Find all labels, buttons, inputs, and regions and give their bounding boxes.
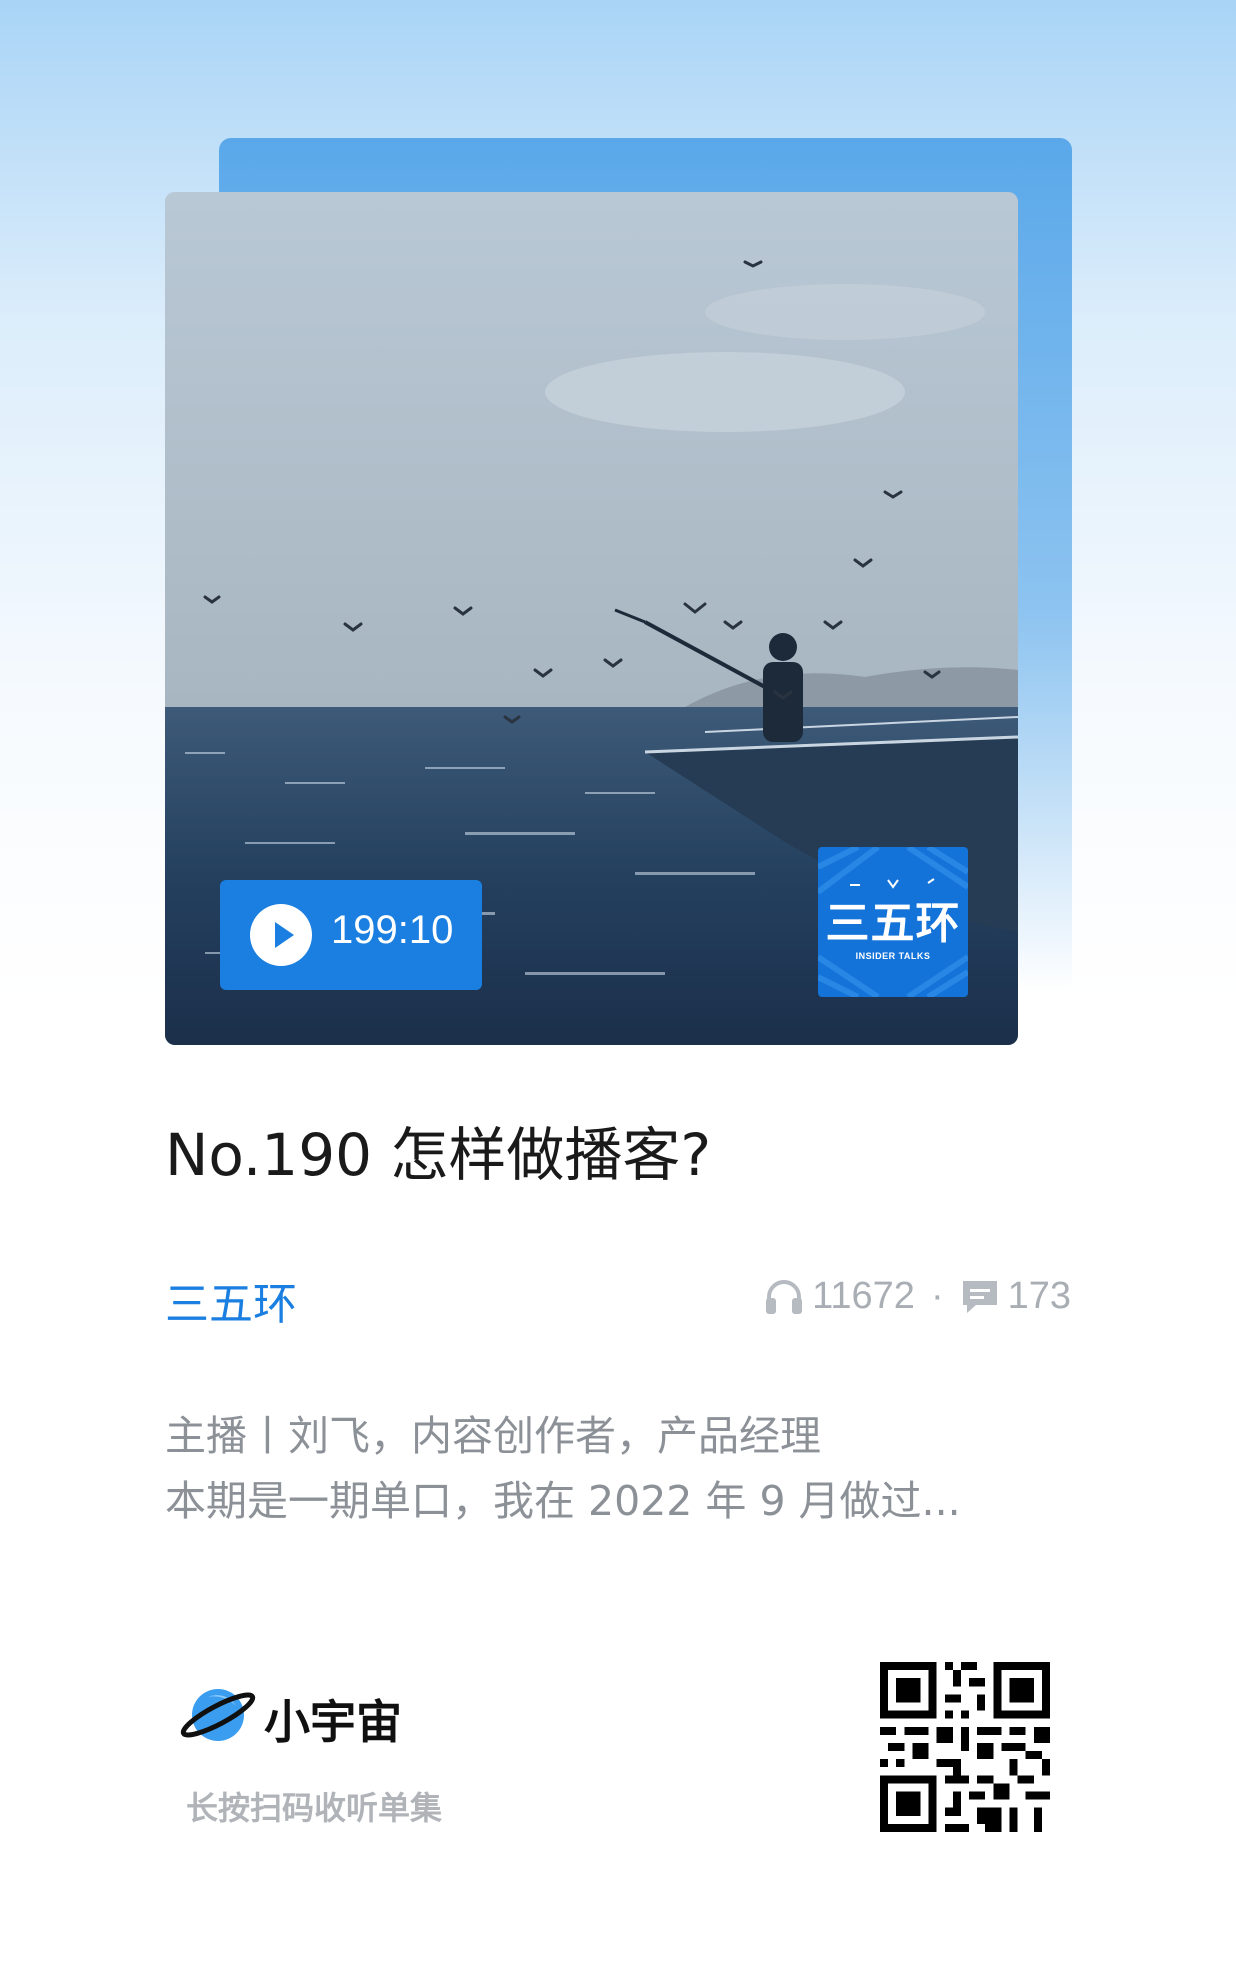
stats-separator: · — [930, 1275, 944, 1317]
description-line-2: 本期是一期单口，我在 2022 年 9 月做过... — [165, 1477, 961, 1525]
comment-icon — [962, 1280, 997, 1313]
show-logo: 三五环 INSIDER TALKS — [818, 847, 968, 997]
play-button[interactable]: 199:10 — [220, 880, 482, 990]
episode-description: 主播丨刘飞，内容创作者，产品经理 本期是一期单口，我在 2022 年 9 月做过… — [165, 1404, 1065, 1534]
podcast-name-link[interactable]: 三五环 — [165, 1268, 297, 1332]
play-count: 11672 — [812, 1275, 915, 1317]
description-line-1: 主播丨刘飞，内容创作者，产品经理 — [165, 1412, 821, 1460]
comment-count: 173 — [1007, 1275, 1071, 1317]
show-logo-subtitle: INSIDER TALKS — [855, 951, 931, 961]
show-logo-name: 三五环 — [825, 898, 961, 949]
brand-name: 小宇宙 — [264, 1695, 402, 1749]
qr-code[interactable] — [880, 1662, 1050, 1832]
episode-title: No.190 怎样做播客? — [165, 1121, 712, 1189]
scan-hint: 长按扫码收听单集 — [186, 1789, 443, 1827]
planet-icon — [180, 1689, 256, 1741]
episode-duration: 199:10 — [331, 908, 454, 952]
app-brand: 小宇宙 — [178, 1680, 438, 1750]
episode-stats: 11672 · 173 — [764, 1275, 1071, 1318]
headphones-icon — [766, 1279, 803, 1314]
play-icon — [250, 904, 312, 966]
episode-cover[interactable]: 199:10 三五环 INSIDER TALKS — [165, 192, 1018, 1045]
